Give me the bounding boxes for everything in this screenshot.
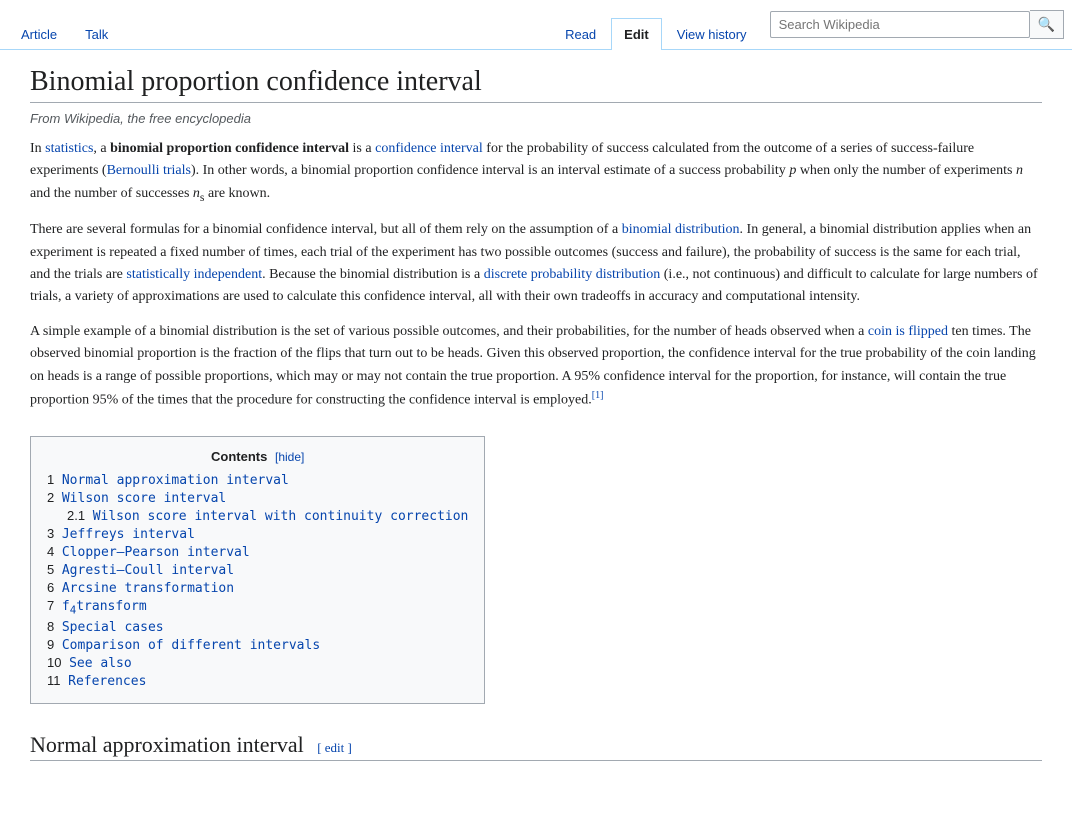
page-content: Binomial proportion confidence interval … (6, 50, 1066, 785)
toc-num-3: 3 (47, 526, 54, 541)
search-input[interactable] (770, 11, 1030, 38)
toc-num-6: 6 (47, 580, 54, 595)
toc-item-1: 1 Normal approximation interval (47, 472, 468, 488)
section-normal-approx-title: Normal approximation interval [ edit ] (30, 732, 1042, 761)
ref-1[interactable]: [1] (592, 390, 604, 401)
toc-link-2-1[interactable]: Wilson score interval with continuity co… (93, 509, 469, 524)
action-view-history[interactable]: View history (664, 18, 760, 50)
toc-item-8: 8 Special cases (47, 619, 468, 635)
toc-sub-2: 2.1 Wilson score interval with continuit… (47, 508, 468, 524)
link-coin-flip[interactable]: coin is flipped (868, 324, 948, 339)
toc-item-2: 2 Wilson score interval 2.1 Wilson score… (47, 490, 468, 524)
toc-link-8[interactable]: Special cases (62, 620, 164, 635)
intro-para-1: In statistics, a binomial proportion con… (30, 138, 1042, 207)
intro-para-3: A simple example of a binomial distribut… (30, 321, 1042, 412)
toc-num-7: 7 (47, 598, 54, 613)
toc-item-3: 3 Jeffreys interval (47, 526, 468, 542)
link-binomial-dist[interactable]: binomial distribution (622, 222, 740, 237)
toc-link-6[interactable]: Arcsine transformation (62, 581, 234, 596)
toc-num-2-1: 2.1 (67, 508, 85, 523)
toc-item-5: 5 Agresti–Coull interval (47, 562, 468, 578)
toc-item-4: 4 Clopper–Pearson interval (47, 544, 468, 560)
tab-group: Article Talk (8, 0, 552, 49)
section-edit-link[interactable]: [ edit ] (317, 740, 352, 755)
action-edit[interactable]: Edit (611, 18, 662, 50)
toc-num-10: 10 (47, 655, 61, 670)
toc-link-3[interactable]: Jeffreys interval (62, 527, 195, 542)
toc-item-2-1: 2.1 Wilson score interval with continuit… (67, 508, 468, 524)
link-bernoulli[interactable]: Bernoulli trials (107, 163, 191, 178)
top-navigation: Article Talk Read Edit View history 🔍 (0, 0, 1072, 50)
from-line: From Wikipedia, the free encyclopedia (30, 111, 1042, 126)
link-statistically-independent[interactable]: statistically independent (126, 267, 262, 282)
toc-title: Contents [hide] (47, 449, 468, 464)
toc-link-11[interactable]: References (68, 674, 146, 689)
page-title: Binomial proportion confidence interval (30, 66, 1042, 103)
link-confidence-interval[interactable]: confidence interval (375, 141, 483, 156)
link-statistics[interactable]: statistics (45, 141, 93, 156)
toc-item-11: 11 References (47, 673, 468, 689)
tab-article[interactable]: Article (8, 18, 70, 50)
toc-link-4[interactable]: Clopper–Pearson interval (62, 545, 250, 560)
toc-num-4: 4 (47, 544, 54, 559)
toc-link-2[interactable]: Wilson score interval (62, 491, 226, 506)
link-discrete-prob[interactable]: discrete probability distribution (484, 267, 661, 282)
toc-item-6: 6 Arcsine transformation (47, 580, 468, 596)
toc-link-1[interactable]: Normal approximation interval (62, 473, 289, 488)
search-area: 🔍 (762, 0, 1064, 49)
toc-item-7: 7 f4transform (47, 598, 468, 617)
toc-box: Contents [hide] 1 Normal approximation i… (30, 436, 485, 704)
toc-list: 1 Normal approximation interval 2 Wilson… (47, 472, 468, 689)
search-button[interactable]: 🔍 (1030, 10, 1064, 39)
tab-actions: Read Edit View history (552, 0, 761, 49)
intro-para-2: There are several formulas for a binomia… (30, 219, 1042, 309)
action-read[interactable]: Read (552, 18, 609, 50)
toc-link-5[interactable]: Agresti–Coull interval (62, 563, 234, 578)
toc-item-9: 9 Comparison of different intervals (47, 637, 468, 653)
tab-talk[interactable]: Talk (72, 18, 121, 50)
toc-item-10: 10 See also (47, 655, 468, 671)
toc-link-9[interactable]: Comparison of different intervals (62, 638, 320, 653)
toc-num-5: 5 (47, 562, 54, 577)
toc-num-8: 8 (47, 619, 54, 634)
toc-link-10[interactable]: See also (69, 656, 132, 671)
toc-num-9: 9 (47, 637, 54, 652)
section-title-text: Normal approximation interval (30, 732, 304, 757)
toc-num-2: 2 (47, 490, 54, 505)
toc-hide-button[interactable]: [hide] (275, 450, 304, 464)
toc-title-text: Contents (211, 449, 267, 464)
toc-num-1: 1 (47, 472, 54, 487)
toc-link-7[interactable]: f4transform (62, 599, 147, 614)
toc-num-11: 11 (47, 673, 61, 688)
